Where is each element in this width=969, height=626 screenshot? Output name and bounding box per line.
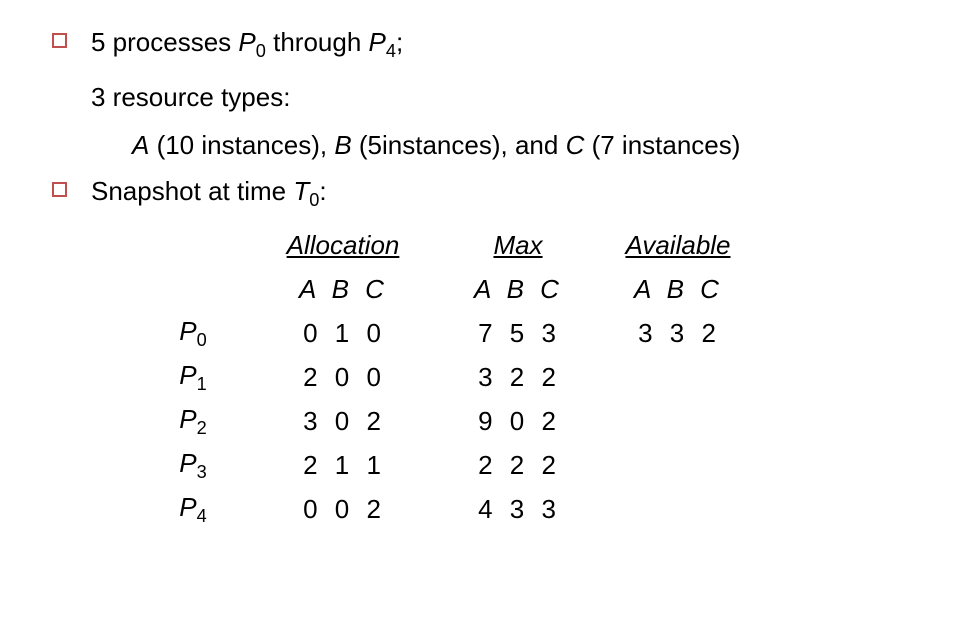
resource-name-a: A (132, 130, 149, 160)
table-row: P32 1 12 2 2 (138, 444, 929, 488)
table-header-row: Allocation Max Available (138, 224, 929, 268)
text-segment: : (319, 176, 326, 206)
header-available: Available (598, 230, 758, 261)
text-segment: Snapshot at time (91, 176, 293, 206)
bullet-marker (52, 33, 67, 48)
resource-table: Allocation Max Available A B C A B C A B… (138, 224, 929, 532)
table-row: P23 0 29 0 2 (138, 400, 929, 444)
process-name: P (369, 27, 386, 57)
text-segment: through (266, 27, 369, 57)
process-label: P1 (138, 360, 248, 395)
resource-inst-c: (7 instances) (584, 130, 740, 160)
process-name: P (238, 27, 255, 57)
header-allocation: Allocation (248, 230, 438, 261)
allocation-value: 0 1 0 (248, 318, 438, 349)
available-value: 3 3 2 (598, 318, 758, 349)
process-subscript: 4 (386, 41, 396, 61)
allocation-value: 0 0 2 (248, 494, 438, 525)
max-value: 2 2 2 (438, 450, 598, 481)
process-label: P0 (138, 316, 248, 351)
resource-detail-line: A (10 instances), B (5instances), and C … (132, 123, 929, 167)
resource-types-line: 3 resource types: (91, 75, 929, 119)
resource-name-c: C (566, 130, 585, 160)
bullet-marker (52, 182, 67, 197)
process-subscript: 0 (256, 41, 266, 61)
abc-label-max: A B C (438, 274, 598, 305)
process-label: P3 (138, 448, 248, 483)
text-segment: ; (396, 27, 403, 57)
table-row: P00 1 07 5 33 3 2 (138, 312, 929, 356)
header-max: Max (438, 230, 598, 261)
table-row: P40 0 24 3 3 (138, 488, 929, 532)
time-var: T (293, 176, 309, 206)
allocation-value: 2 0 0 (248, 362, 438, 393)
abc-label-avail: A B C (598, 274, 758, 305)
text-segment: 5 processes (91, 27, 238, 57)
text-and: and (515, 130, 566, 160)
processes-line: 5 processes P0 through P4; (91, 24, 403, 65)
resource-name-b: B (334, 130, 351, 160)
table-row: P12 0 03 2 2 (138, 356, 929, 400)
bullet-item-snapshot: Snapshot at time T0: (52, 173, 929, 214)
table-subheader-row: A B C A B C A B C (138, 268, 929, 312)
resource-inst-b: (5instances), (352, 130, 515, 160)
snapshot-line: Snapshot at time T0: (91, 173, 327, 214)
resource-inst-a: (10 instances), (149, 130, 334, 160)
process-label: P4 (138, 492, 248, 527)
max-value: 9 0 2 (438, 406, 598, 437)
time-subscript: 0 (309, 190, 319, 210)
abc-label-alloc: A B C (248, 274, 438, 305)
max-value: 3 2 2 (438, 362, 598, 393)
process-label: P2 (138, 404, 248, 439)
bullet-item-processes: 5 processes P0 through P4; (52, 24, 929, 65)
allocation-value: 2 1 1 (248, 450, 438, 481)
max-value: 4 3 3 (438, 494, 598, 525)
max-value: 7 5 3 (438, 318, 598, 349)
allocation-value: 3 0 2 (248, 406, 438, 437)
